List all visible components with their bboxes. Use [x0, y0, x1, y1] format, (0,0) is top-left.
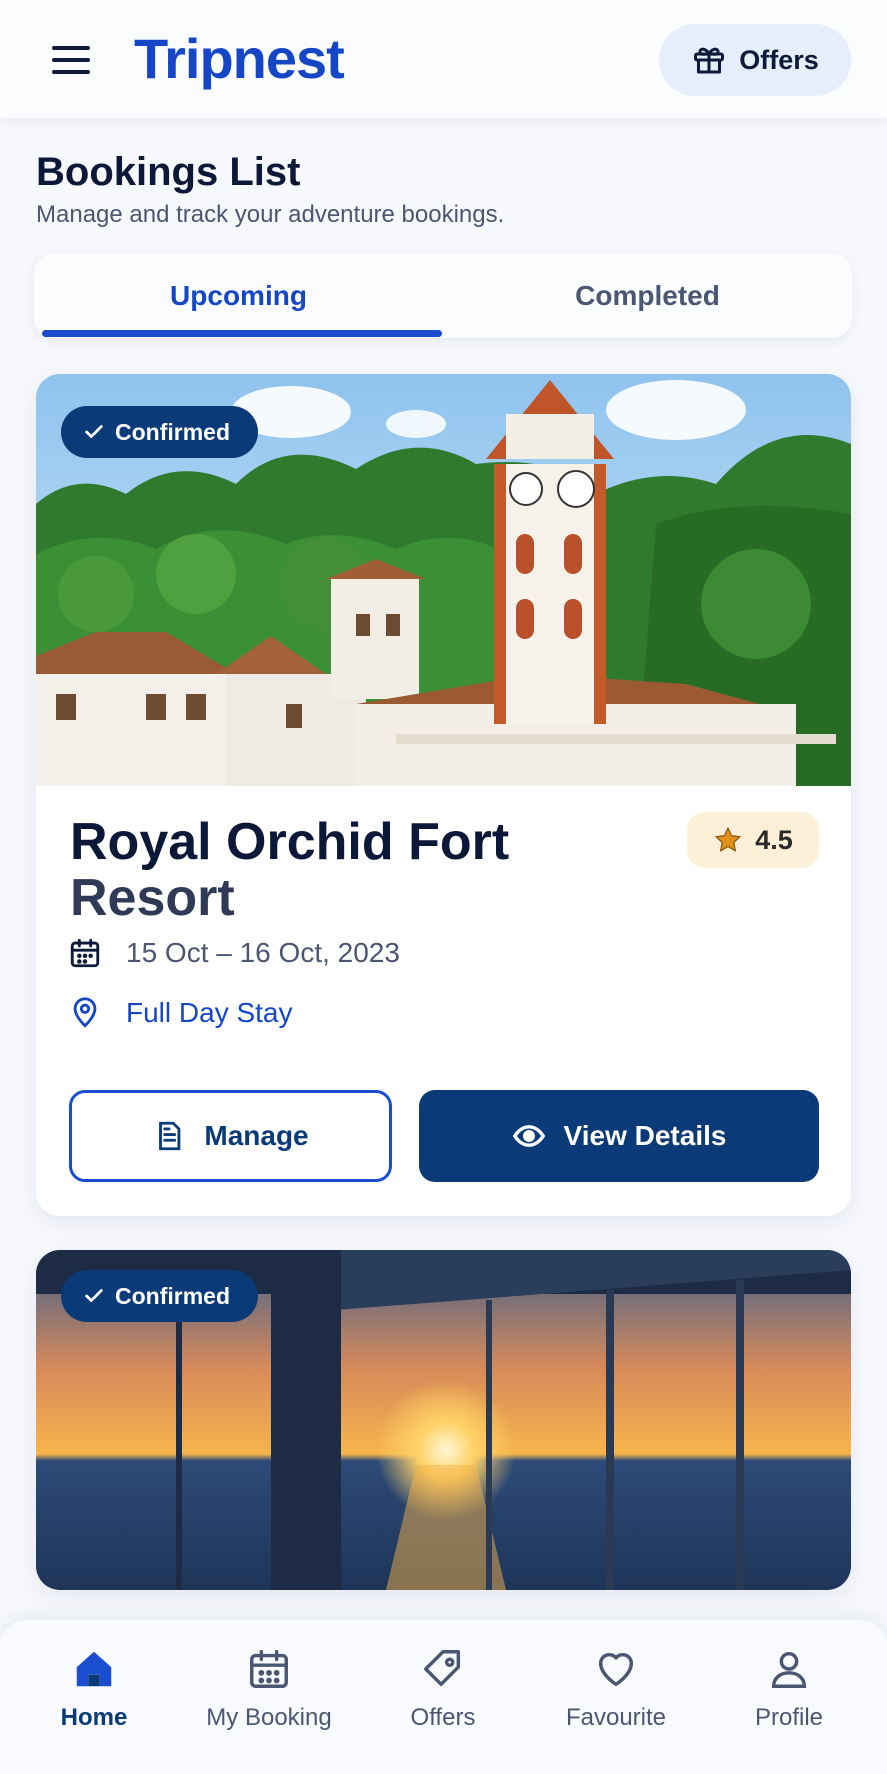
check-icon: [85, 425, 103, 438]
booking-title-line2: Resort: [70, 869, 235, 927]
booking-info: Royal Orchid Fort Resort 4.5 15 Oct – 16…: [36, 786, 851, 1216]
tag-icon: [424, 1650, 461, 1687]
eye-icon: [512, 1125, 545, 1147]
manage-button[interactable]: Manage: [69, 1090, 392, 1182]
rating-value: 4.5: [755, 824, 793, 855]
star-icon: [714, 826, 742, 852]
calendar-icon: [250, 1650, 288, 1688]
nav-offers[interactable]: Offers: [358, 1646, 528, 1756]
booking-tabs: Upcoming Completed: [34, 254, 852, 338]
status-label: Confirmed: [115, 418, 230, 445]
nav-my-booking[interactable]: My Booking: [184, 1646, 354, 1756]
nav-home-label: Home: [60, 1704, 128, 1731]
nav-profile-label: Profile: [754, 1704, 824, 1731]
booking-title: Royal Orchid Fort: [70, 813, 510, 871]
booking-dates: 15 Oct – 16 Oct, 2023: [68, 936, 400, 970]
brand-logo[interactable]: Tripnest: [134, 26, 345, 91]
offers-label: Offers: [739, 44, 819, 75]
booking-card[interactable]: Confirmed Royal Orchid Fort Resort 4.5 1…: [36, 374, 851, 1216]
location-pin-icon: [73, 997, 97, 1028]
gift-icon: [694, 47, 725, 74]
status-badge: Confirmed: [61, 1270, 258, 1322]
nav-profile[interactable]: Profile: [704, 1646, 874, 1756]
stay-type-text: Full Day Stay: [126, 997, 293, 1028]
manage-label: Manage: [204, 1120, 309, 1151]
user-icon: [771, 1651, 807, 1688]
booking-stay-type: Full Day Stay: [68, 996, 293, 1030]
menu-icon[interactable]: [44, 38, 100, 82]
tab-upcoming[interactable]: Upcoming: [34, 254, 443, 338]
home-icon: [76, 1651, 112, 1687]
page-title: Bookings List: [36, 150, 301, 194]
view-details-label: View Details: [563, 1120, 727, 1151]
nav-my-booking-label: My Booking: [206, 1704, 332, 1731]
rating-badge: 4.5: [687, 812, 819, 868]
active-tab-indicator: [42, 330, 442, 337]
check-icon: [85, 1289, 103, 1302]
nav-offers-label: Offers: [410, 1704, 476, 1731]
calendar-icon: [70, 938, 100, 968]
tab-completed[interactable]: Completed: [443, 254, 852, 338]
bottom-navigation: Home My Booking Offers Favourite Profile: [0, 1620, 887, 1774]
status-badge: Confirmed: [61, 406, 258, 458]
booking-card[interactable]: Confirmed: [36, 1250, 851, 1590]
page-subtitle: Manage and track your adventure bookings…: [36, 201, 505, 228]
nav-home[interactable]: Home: [9, 1646, 179, 1756]
nav-favourite[interactable]: Favourite: [531, 1646, 701, 1756]
view-details-button[interactable]: View Details: [419, 1090, 819, 1182]
heart-icon: [598, 1652, 634, 1687]
status-label: Confirmed: [115, 1282, 230, 1309]
top-app-bar: Tripnest Offers: [0, 0, 887, 118]
nav-favourite-label: Favourite: [565, 1704, 667, 1731]
document-icon: [159, 1121, 181, 1151]
date-range-text: 15 Oct – 16 Oct, 2023: [126, 937, 400, 968]
offers-button[interactable]: Offers: [659, 24, 851, 96]
